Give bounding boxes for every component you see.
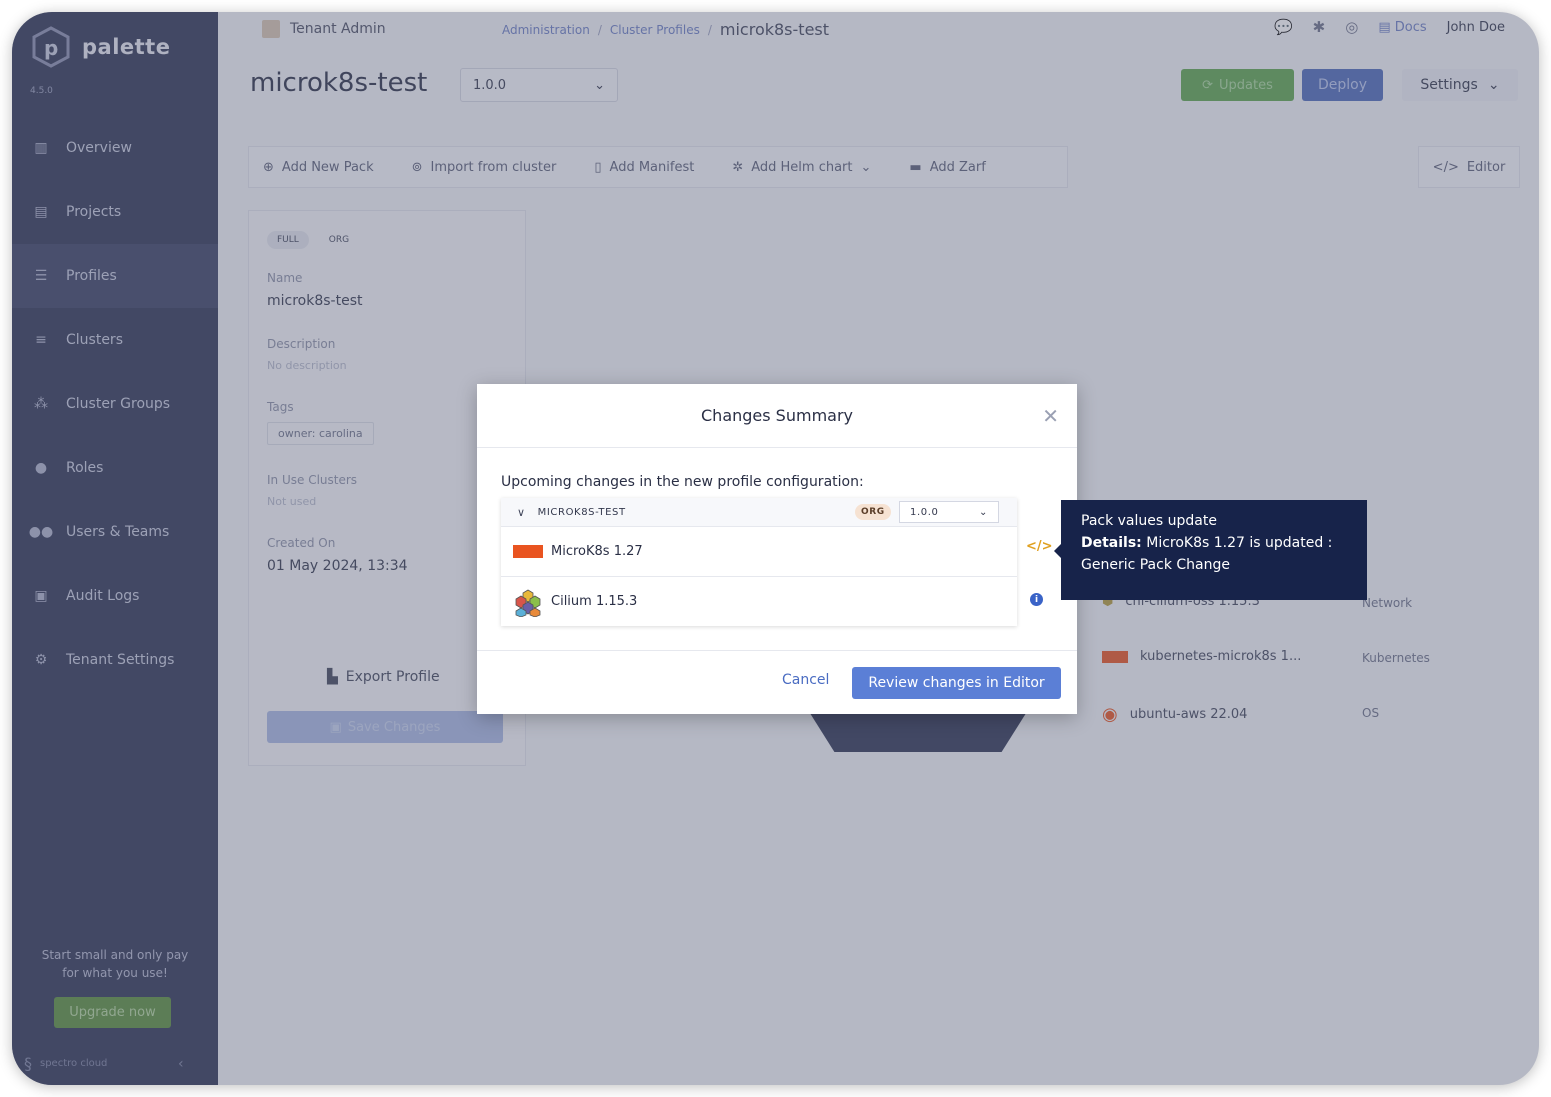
code-icon[interactable]: </> [1026, 539, 1053, 554]
modal-title: Changes Summary [701, 406, 853, 425]
microk8s-logo-icon [513, 545, 543, 558]
profile-changes-name: MICROK8S-TEST [537, 506, 626, 518]
tooltip-details-line2: Generic Pack Change [1081, 557, 1230, 573]
pack-row-cilium[interactable]: Cilium 1.15.3 [501, 576, 1017, 626]
pack-name: MicroK8s 1.27 [551, 544, 643, 559]
app-window: p palette 4.5.0 ▥ Overview ▤ Projects ☰ … [12, 12, 1539, 1085]
pack-name: Cilium 1.15.3 [551, 594, 638, 609]
pack-row-microk8s[interactable]: MicroK8s 1.27 [501, 526, 1017, 576]
tooltip-details-label: Details: [1081, 535, 1142, 551]
info-icon[interactable]: i [1030, 593, 1043, 606]
cancel-button[interactable]: Cancel [782, 672, 829, 688]
tooltip-title: Pack values update [1081, 513, 1217, 529]
modal-version-value: 1.0.0 [910, 506, 939, 518]
cilium-logo-icon [515, 589, 541, 617]
pack-change-tooltip: Pack values update Details: MicroK8s 1.2… [1061, 500, 1367, 600]
modal-version-select[interactable]: 1.0.0 ⌄ [899, 501, 999, 523]
close-icon[interactable]: ✕ [1042, 406, 1059, 426]
tooltip-details-text: MicroK8s 1.27 is updated : [1146, 535, 1333, 551]
profile-changes-list: ∨ MICROK8S-TEST ORG 1.0.0 ⌄ MicroK8s 1.2… [501, 498, 1017, 626]
tooltip-details: Details: MicroK8s 1.27 is updated : [1081, 532, 1347, 554]
modal-footer: Cancel Review changes in Editor [477, 650, 1077, 714]
profile-changes-header[interactable]: ∨ MICROK8S-TEST ORG 1.0.0 ⌄ [501, 498, 1017, 526]
chevron-down-icon: ∨ [517, 505, 526, 519]
changes-summary-modal: Changes Summary ✕ Upcoming changes in th… [477, 384, 1077, 714]
chevron-down-icon: ⌄ [979, 506, 988, 518]
org-badge: ORG [855, 504, 891, 520]
review-changes-in-editor-button[interactable]: Review changes in Editor [852, 667, 1061, 699]
modal-subtitle: Upcoming changes in the new profile conf… [501, 474, 864, 490]
modal-header: Changes Summary ✕ [477, 384, 1077, 448]
